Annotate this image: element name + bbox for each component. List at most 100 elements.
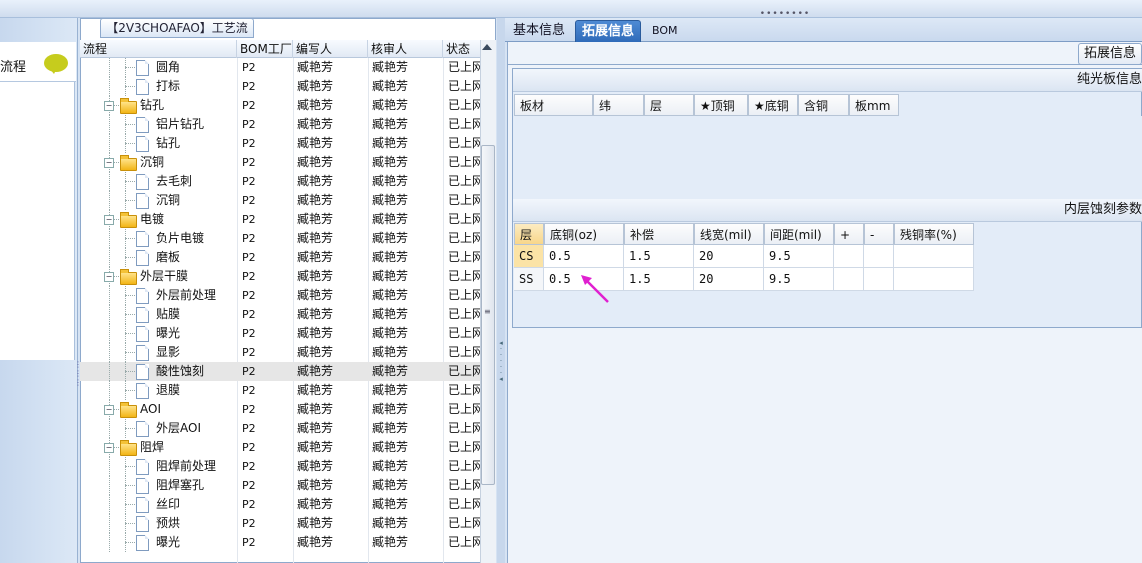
tree-step-row[interactable]: 钻孔 P2 臧艳芳 臧艳芳 已上网	[80, 134, 480, 153]
tab-basic-info[interactable]: 基本信息	[507, 20, 571, 42]
grid1-col-header[interactable]: 层	[644, 94, 694, 116]
tree-step-row[interactable]: 外层前处理 P2 臧艳芳 臧艳芳 已上网	[80, 286, 480, 305]
param-cell[interactable]: 20	[694, 245, 764, 268]
status: 已上网	[448, 212, 480, 226]
tree-folder-row[interactable]: − 外层干膜 P2 臧艳芳 臧艳芳 已上网	[80, 267, 480, 286]
param-cell[interactable]	[864, 268, 894, 291]
tree-step-row[interactable]: 磨板 P2 臧艳芳 臧艳芳 已上网	[80, 248, 480, 267]
bare-board-grid-empty	[513, 116, 1142, 199]
top-grip-handle[interactable]: ••••••••	[752, 10, 818, 19]
toolbar-divider	[507, 64, 1142, 65]
col-header-flow[interactable]: 流程	[80, 40, 237, 58]
tree-step-row[interactable]: 显影 P2 臧艳芳 臧艳芳 已上网	[80, 343, 480, 362]
process-tree-tab[interactable]: 【2V3CHOAFAO】工艺流程	[100, 18, 254, 53]
grid1-col-header[interactable]: 纬	[593, 94, 644, 116]
param-cell[interactable]	[864, 245, 894, 268]
tree-folder-row[interactable]: − 阻焊 P2 臧艳芳 臧艳芳 已上网	[80, 438, 480, 457]
scroll-up-arrow-icon[interactable]	[482, 44, 492, 50]
grid2-col-header[interactable]: -	[864, 223, 894, 245]
param-cell[interactable]: 1.5	[624, 268, 694, 291]
grid2-col-header[interactable]: +	[834, 223, 864, 245]
collapse-toggle-icon[interactable]: −	[104, 215, 114, 225]
tree-step-row[interactable]: 阻焊前处理 P2 臧艳芳 臧艳芳 已上网	[80, 457, 480, 476]
layer-cell[interactable]: CS	[514, 245, 544, 268]
status: 已上网	[448, 136, 480, 150]
tab-bom[interactable]: BOM	[646, 20, 684, 42]
tree-step-row[interactable]: 沉铜 P2 臧艳芳 臧艳芳 已上网	[80, 191, 480, 210]
param-cell[interactable]: 1.5	[624, 245, 694, 268]
chat-bubble-icon[interactable]	[44, 54, 68, 74]
param-cell[interactable]	[834, 245, 864, 268]
splitter-grip-icon[interactable]: ◂ · · · · · ◂	[498, 340, 504, 410]
tree-guide-line	[109, 476, 110, 495]
reviewer: 臧艳芳	[372, 402, 409, 416]
tree-step-row[interactable]: 去毛刺 P2 臧艳芳 臧艳芳 已上网	[80, 172, 480, 191]
collapse-toggle-icon[interactable]: −	[104, 158, 114, 168]
param-cell[interactable]: 9.5	[764, 268, 834, 291]
tree-step-row[interactable]: 酸性蚀刻 P2 臧艳芳 臧艳芳 已上网	[80, 362, 480, 381]
param-cell[interactable]: 9.5	[764, 245, 834, 268]
tree-step-row[interactable]: 丝印 P2 臧艳芳 臧艳芳 已上网	[80, 495, 480, 514]
col-header-status[interactable]: 状态	[443, 40, 483, 58]
step-name: 电镀	[140, 212, 165, 226]
tree-step-row[interactable]: 圆角 P2 臧艳芳 臧艳芳 已上网	[80, 58, 480, 77]
grid2-col-header[interactable]: 残铜率(%)	[894, 223, 974, 245]
param-cell[interactable]	[894, 245, 974, 268]
status: 已上网	[448, 402, 480, 416]
tree-guide-line	[109, 343, 110, 362]
col-header-reviewer[interactable]: 核审人	[368, 40, 443, 58]
tree-step-row[interactable]: 预烘 P2 臧艳芳 臧艳芳 已上网	[80, 514, 480, 533]
grid2-col-header[interactable]: 间距(mil)	[764, 223, 834, 245]
param-cell[interactable]: 0.5	[544, 245, 624, 268]
tree-step-row[interactable]: 打标 P2 臧艳芳 臧艳芳 已上网	[80, 77, 480, 96]
collapse-toggle-icon[interactable]: −	[104, 405, 114, 415]
param-cell[interactable]	[894, 268, 974, 291]
status: 已上网	[448, 326, 480, 340]
panel-splitter[interactable]	[497, 18, 505, 563]
nav-item-label: 流程	[0, 60, 27, 75]
writer: 臧艳芳	[297, 231, 334, 245]
grid2-col-header[interactable]: 线宽(mil)	[694, 223, 764, 245]
tree-step-row[interactable]: 铝片钻孔 P2 臧艳芳 臧艳芳 已上网	[80, 115, 480, 134]
tree-step-row[interactable]: 外层AOI P2 臧艳芳 臧艳芳 已上网	[80, 419, 480, 438]
tab-extended-info[interactable]: 拓展信息	[575, 20, 642, 43]
layer-cell[interactable]: SS	[514, 268, 544, 291]
document-icon	[136, 459, 149, 475]
grid1-col-header[interactable]: ★顶铜	[694, 94, 748, 116]
nav-splitter-grip[interactable]: ⋮ ⋮ ⋮	[74, 360, 82, 400]
tree-step-row[interactable]: 阻焊塞孔 P2 臧艳芳 臧艳芳 已上网	[80, 476, 480, 495]
tree-step-row[interactable]: 贴膜 P2 臧艳芳 臧艳芳 已上网	[80, 305, 480, 324]
tree-step-row[interactable]: 曝光 P2 臧艳芳 臧艳芳 已上网	[80, 324, 480, 343]
tree-folder-row[interactable]: − AOI P2 臧艳芳 臧艳芳 已上网	[80, 400, 480, 419]
extend-info-button[interactable]: 拓展信息	[1078, 43, 1142, 65]
grid2-col-header[interactable]: 补偿	[624, 223, 694, 245]
grid1-col-header[interactable]: ★底铜	[748, 94, 798, 116]
grid1-col-header[interactable]: 含铜	[798, 94, 849, 116]
collapse-toggle-icon[interactable]: −	[104, 272, 114, 282]
tree-step-row[interactable]: 退膜 P2 臧艳芳 臧艳芳 已上网	[80, 381, 480, 400]
tree-folder-row[interactable]: − 钻孔 P2 臧艳芳 臧艳芳 已上网	[80, 96, 480, 115]
tree-folder-row[interactable]: − 电镀 P2 臧艳芳 臧艳芳 已上网	[80, 210, 480, 229]
bom-factory: P2	[242, 137, 256, 150]
grid2-col-header[interactable]: 底铜(oz)	[544, 223, 624, 245]
grid1-col-header[interactable]: 板mm	[849, 94, 899, 116]
grid2-col-header[interactable]: 层	[514, 223, 544, 245]
status: 已上网	[448, 250, 480, 264]
document-icon	[136, 288, 149, 304]
tree-step-row[interactable]: 曝光 P2 臧艳芳 臧艳芳 已上网	[80, 533, 480, 552]
collapse-toggle-icon[interactable]: −	[104, 443, 114, 453]
reviewer: 臧艳芳	[372, 250, 409, 264]
document-icon	[136, 478, 149, 494]
col-header-bom[interactable]: BOM工厂	[237, 40, 293, 58]
grid1-col-header[interactable]: 板材	[514, 94, 593, 116]
writer: 臧艳芳	[297, 98, 334, 112]
col-header-writer[interactable]: 编写人	[293, 40, 368, 58]
tree-header-row: 流程 BOM工厂 编写人 核审人 状态	[80, 40, 496, 58]
tree-folder-row[interactable]: − 沉铜 P2 臧艳芳 臧艳芳 已上网	[80, 153, 480, 172]
document-icon	[136, 79, 149, 95]
param-cell[interactable]	[834, 268, 864, 291]
tree-step-row[interactable]: 负片电镀 P2 臧艳芳 臧艳芳 已上网	[80, 229, 480, 248]
folder-icon	[120, 212, 137, 228]
param-cell[interactable]: 20	[694, 268, 764, 291]
collapse-toggle-icon[interactable]: −	[104, 101, 114, 111]
